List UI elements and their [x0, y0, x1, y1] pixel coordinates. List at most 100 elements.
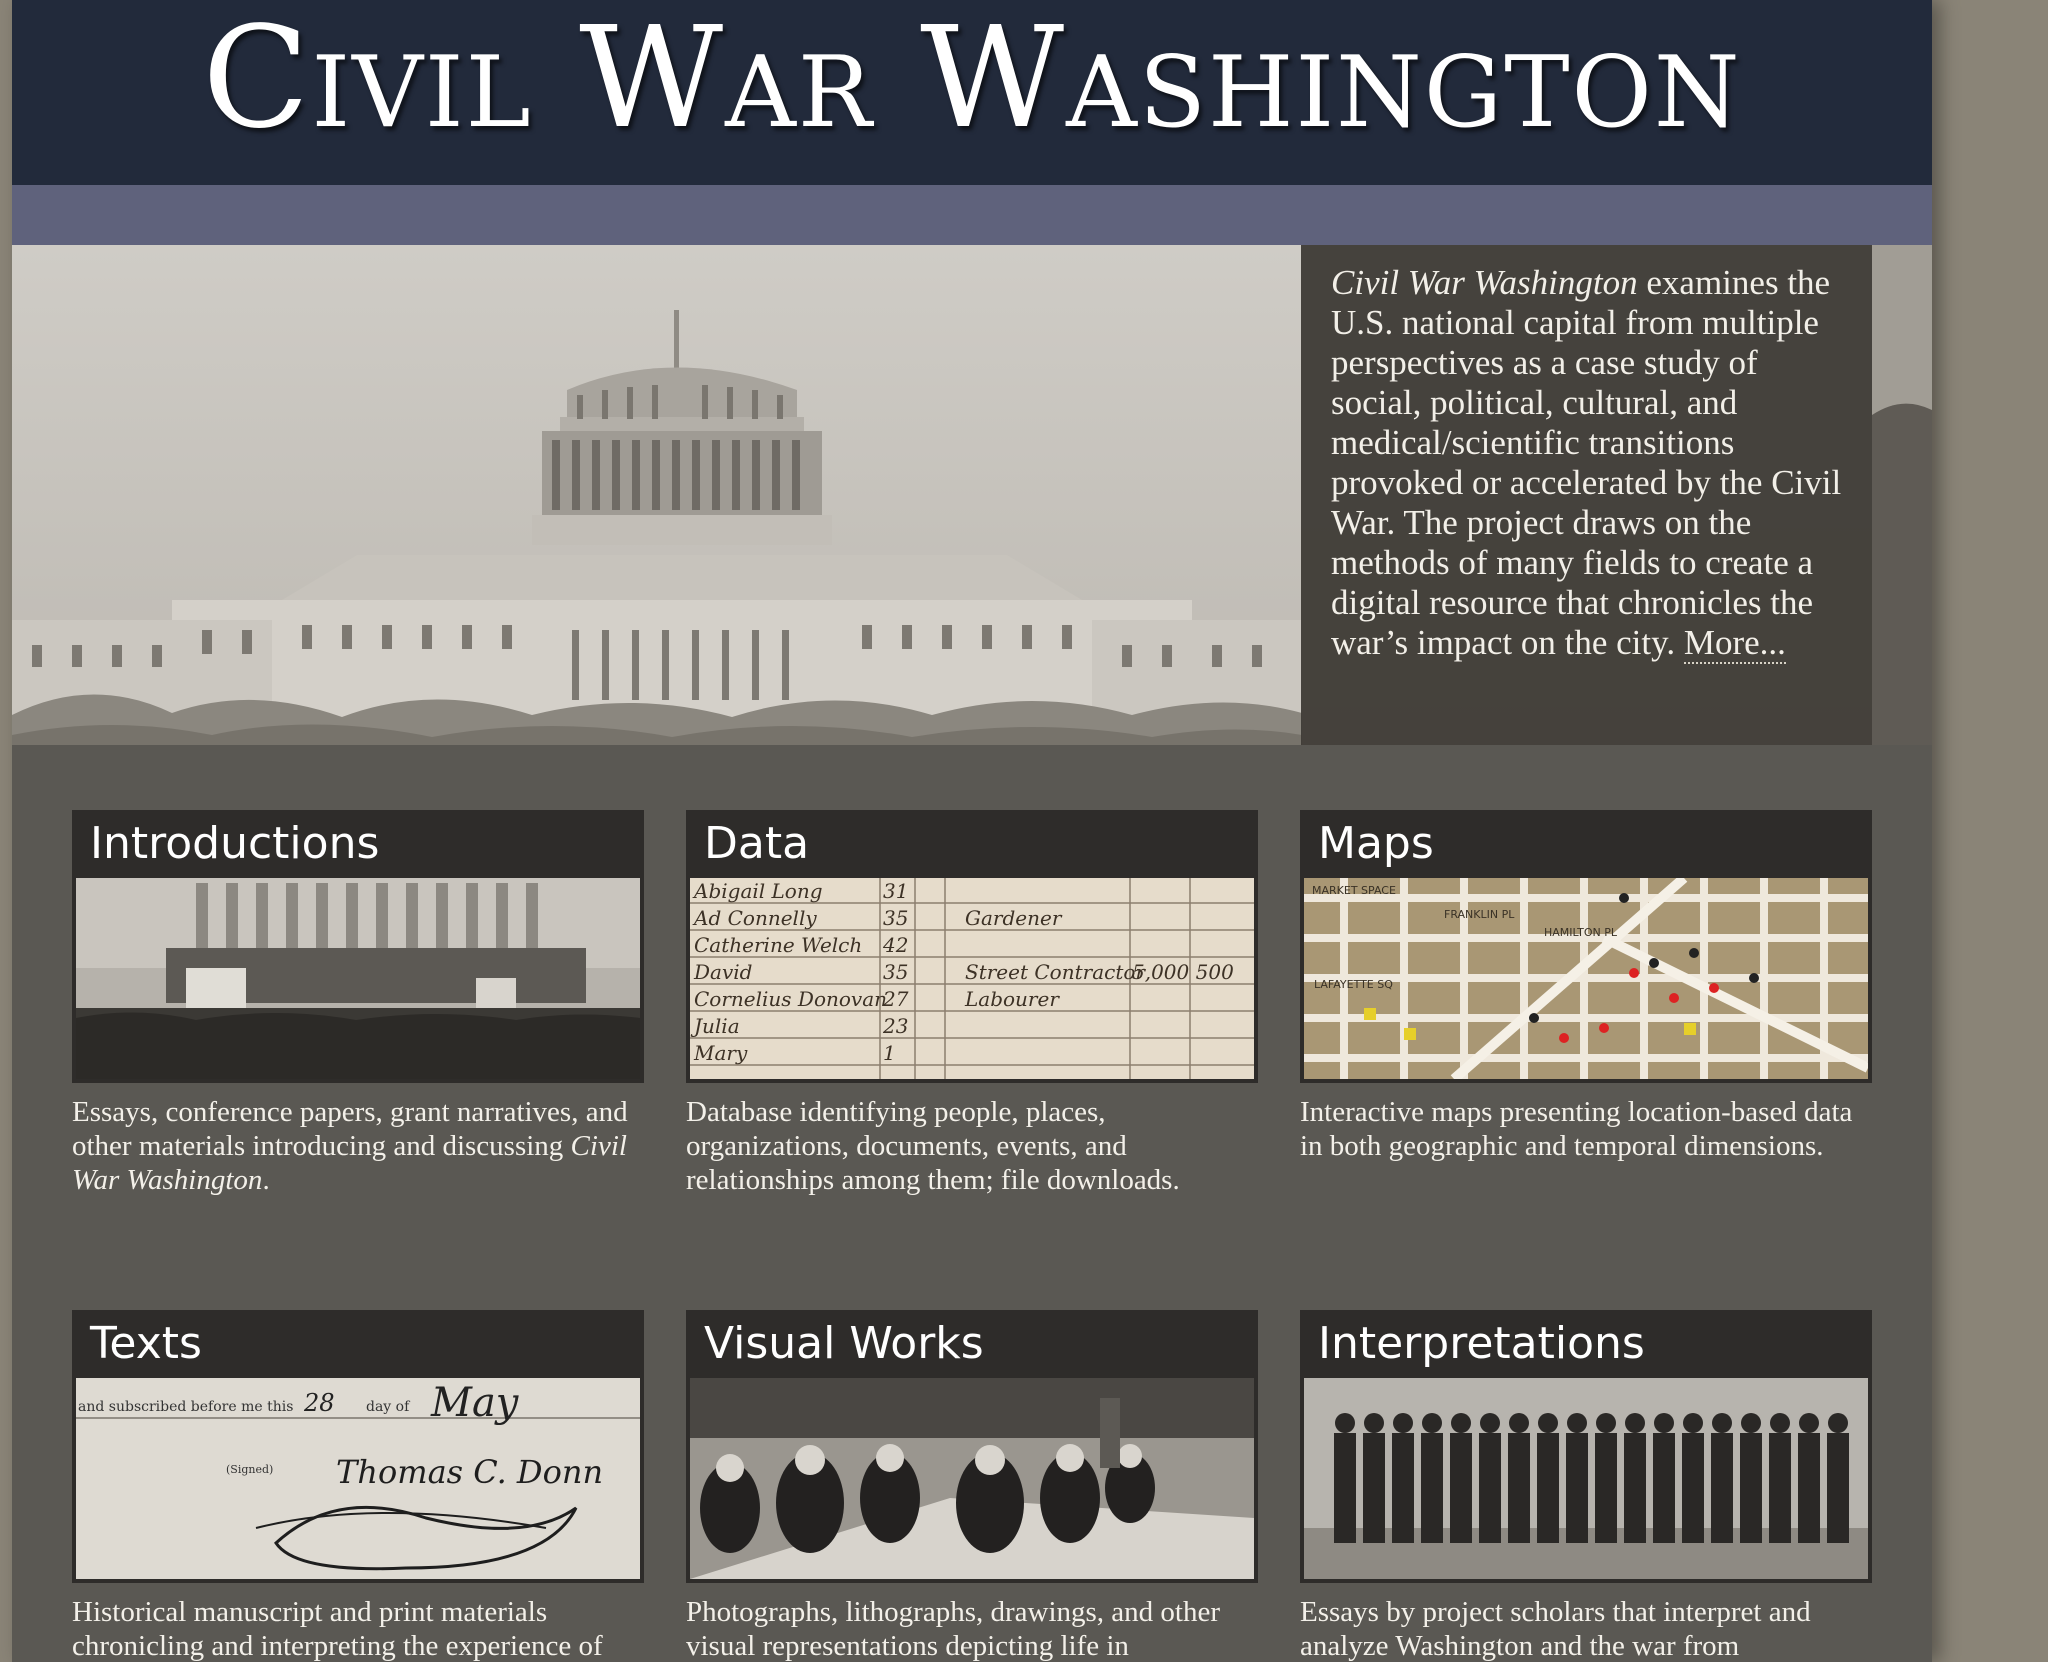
map-street-label: FRANKLIN PL: [1444, 908, 1515, 921]
card-title[interactable]: Visual Works: [686, 1310, 1258, 1378]
ledger-age: 23: [882, 1014, 908, 1038]
soldier-figure: [1334, 1433, 1356, 1543]
ledger-value: 5,000 500: [1132, 960, 1234, 984]
card-title[interactable]: Maps: [1300, 810, 1872, 878]
ledger-occupation: Gardener: [965, 906, 1063, 930]
doc-month-text: May: [430, 1380, 520, 1426]
city-map-image: MARKET SPACE FRANKLIN PL HAMILTON PL LAFAYE…: [1304, 878, 1868, 1079]
hospital-photo: [690, 1378, 1254, 1579]
soldier-figure: [1827, 1433, 1849, 1543]
soldier-figure: [1595, 1433, 1617, 1543]
soldier-figure: [1392, 1433, 1414, 1543]
soldier-head: [1480, 1413, 1500, 1433]
ledger-age: 27: [882, 987, 909, 1011]
ledger-age: 35: [883, 906, 908, 930]
map-street-label: LAFAYETTE SQ: [1314, 978, 1393, 991]
soldier-head: [1683, 1413, 1703, 1433]
ledger-name: Ad Connelly: [692, 906, 817, 930]
card-description: Database identifying people, places, org…: [686, 1096, 1180, 1196]
hero-banner: Civil War Washington examines the U.S. n…: [12, 245, 1932, 745]
soldier-head: [1451, 1413, 1471, 1433]
card-title[interactable]: Texts: [72, 1310, 644, 1378]
soldier-head: [1828, 1413, 1848, 1433]
manuscript-image: and subscribed before me this 28 day of …: [76, 1378, 640, 1579]
card-description: Interactive maps presenting location-bas…: [1300, 1096, 1853, 1162]
card-title[interactable]: Introductions: [72, 810, 644, 878]
card-description: Photographs, lithographs, drawings, and …: [686, 1596, 1221, 1662]
soldier-figure: [1421, 1433, 1443, 1543]
card-description: Essays, conference papers, grant narrati…: [72, 1096, 628, 1196]
hero-description: Civil War Washington examines the U.S. n…: [1301, 245, 1872, 745]
soldier-figure: [1711, 1433, 1733, 1543]
page: Civil War Washington Civil War Washingto…: [12, 0, 1932, 1662]
card-introductions[interactable]: Introductions Essays, conference papers,…: [72, 810, 644, 1197]
doc-signed-text: (Signed): [226, 1463, 273, 1476]
soldier-head: [1335, 1413, 1355, 1433]
soldier-head: [1393, 1413, 1413, 1433]
soldier-head: [1596, 1413, 1616, 1433]
doc-day-text: 28: [303, 1389, 335, 1417]
soldier-figure: [1798, 1433, 1820, 1543]
site-header: Civil War Washington: [12, 0, 1932, 185]
site-title[interactable]: Civil War Washington: [12, 0, 1932, 154]
card-image-frame[interactable]: MARKET SPACE FRANKLIN PL HAMILTON PL LAFAYE…: [1300, 878, 1872, 1083]
ledger-occupation: Street Contractor: [965, 960, 1146, 984]
hero-body: examines the U.S. national capital from …: [1331, 263, 1842, 662]
card-image-frame[interactable]: [1300, 1378, 1872, 1583]
soldier-head: [1741, 1413, 1761, 1433]
card-title[interactable]: Interpretations: [1300, 1310, 1872, 1378]
doc-signature: Thomas C. Donn: [336, 1453, 603, 1491]
soldier-figure: [1566, 1433, 1588, 1543]
doc-line-text: and subscribed before me this: [78, 1399, 293, 1415]
soldier-figure: [1624, 1433, 1646, 1543]
soldier-figure: [1450, 1433, 1472, 1543]
soldier-head: [1712, 1413, 1732, 1433]
card-image-frame[interactable]: [686, 1378, 1258, 1583]
ledger-age: 1: [883, 1041, 896, 1065]
card-description: Historical manuscript and print material…: [72, 1596, 603, 1662]
card-interpretations[interactable]: Interpretations Essays by project schola…: [1300, 1310, 1872, 1662]
ledger-name: David: [693, 960, 752, 984]
soldier-head: [1625, 1413, 1645, 1433]
soldier-figure: [1653, 1433, 1675, 1543]
soldier-figure: [1740, 1433, 1762, 1543]
ledger-name: Mary: [693, 1041, 748, 1065]
ledger-age: 31: [883, 879, 908, 903]
ledger-name: Catherine Welch: [694, 933, 862, 957]
ledger-age: 35: [883, 960, 908, 984]
soldier-figure: [1769, 1433, 1791, 1543]
card-data[interactable]: Data Abigail Long 31 Ad Connelly 35 Catherin…: [686, 810, 1258, 1197]
doc-of-text: day of: [366, 1399, 411, 1415]
map-street-label: HAMILTON PL: [1544, 926, 1618, 939]
inauguration-photo: [76, 878, 640, 1079]
nav-bar: [12, 185, 1932, 245]
soldier-figure: [1479, 1433, 1501, 1543]
map-street-label: MARKET SPACE: [1312, 884, 1396, 897]
card-image-frame[interactable]: Abigail Long 31 Ad Connelly 35 Catherine Wel…: [686, 878, 1258, 1083]
soldier-head: [1509, 1413, 1529, 1433]
soldier-head: [1567, 1413, 1587, 1433]
ledger-occupation: Labourer: [964, 987, 1060, 1011]
soldier-head: [1364, 1413, 1384, 1433]
census-ledger-image: Abigail Long 31 Ad Connelly 35 Catherine Wel…: [690, 878, 1254, 1079]
soldier-head: [1799, 1413, 1819, 1433]
ledger-age: 42: [882, 933, 908, 957]
card-texts[interactable]: Texts and subscribed before me this 28 d…: [72, 1310, 644, 1662]
soldier-figure: [1537, 1433, 1559, 1543]
card-visual-works[interactable]: Visual Works Photographs, lithographs, d…: [686, 1310, 1258, 1662]
hero-title-italic: Civil War Washington: [1331, 263, 1638, 302]
card-image-frame[interactable]: [72, 878, 644, 1083]
card-image-frame[interactable]: and subscribed before me this 28 day of …: [72, 1378, 644, 1583]
soldier-head: [1538, 1413, 1558, 1433]
ledger-name: Abigail Long: [692, 879, 823, 903]
soldier-figure: [1363, 1433, 1385, 1543]
soldier-figure: [1508, 1433, 1530, 1543]
more-link[interactable]: More...: [1683, 623, 1786, 664]
soldier-head: [1422, 1413, 1442, 1433]
ledger-name: Cornelius Donovan: [694, 987, 887, 1011]
soldier-head: [1770, 1413, 1790, 1433]
ledger-name: Julia: [690, 1014, 740, 1038]
card-maps[interactable]: Maps MARKET SPACE FRANKLIN PL HAMILTON P…: [1300, 810, 1872, 1163]
soldier-head: [1654, 1413, 1674, 1433]
card-title[interactable]: Data: [686, 810, 1258, 878]
